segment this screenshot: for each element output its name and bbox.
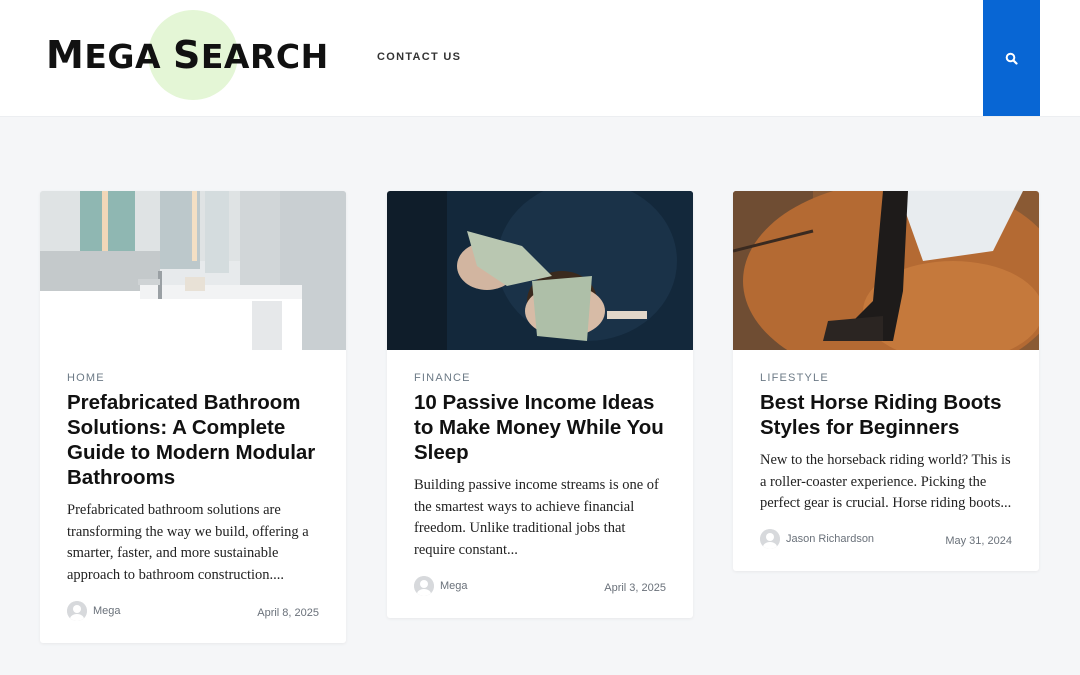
post-category[interactable]: LIFESTYLE <box>760 372 1012 384</box>
post-excerpt: Prefabricated bathroom solutions are tra… <box>67 502 309 584</box>
author-avatar[interactable] <box>760 529 780 550</box>
author-avatar[interactable] <box>67 600 87 621</box>
post-category[interactable]: FINANCE <box>414 372 666 384</box>
post-meta: Jason Richardson May 31, 2024 <box>760 529 1012 551</box>
author-name[interactable]: Mega <box>93 605 121 617</box>
post-thumbnail-money[interactable] <box>387 191 693 350</box>
post-meta: Mega April 8, 2025 <box>67 600 319 623</box>
post-title[interactable]: 10 Passive Income Ideas to Make Money Wh… <box>414 390 666 465</box>
site-header: Mega Search CONTACT US <box>0 0 1080 117</box>
post-excerpt: New to the horseback riding world? This … <box>760 452 1012 512</box>
post-category[interactable]: HOME <box>67 372 319 384</box>
author-name[interactable]: Jason Richardson <box>786 533 874 545</box>
author-name[interactable]: Mega <box>440 580 468 592</box>
post-card[interactable]: HOME Prefabricated Bathroom Solutions: A… <box>40 191 346 643</box>
post-card[interactable]: LIFESTYLE Best Horse Riding Boots Styles… <box>733 191 1039 572</box>
logo-text: Mega Search <box>46 33 329 77</box>
post-thumbnail-bathroom[interactable] <box>40 191 346 350</box>
post-title[interactable]: Prefabricated Bathroom Solutions: A Comp… <box>67 390 319 490</box>
search-icon <box>1005 52 1018 65</box>
author-avatar[interactable] <box>414 575 434 596</box>
post-title[interactable]: Best Horse Riding Boots Styles for Begin… <box>760 390 1012 440</box>
site-logo[interactable]: Mega Search <box>46 10 346 102</box>
post-card[interactable]: FINANCE 10 Passive Income Ideas to Make … <box>387 191 693 618</box>
post-thumbnail-horse-riding[interactable] <box>733 191 1039 350</box>
post-meta: Mega April 3, 2025 <box>414 575 666 598</box>
post-date: May 31, 2024 <box>945 535 1012 548</box>
nav-link-contact-us[interactable]: CONTACT US <box>377 51 461 63</box>
search-button[interactable] <box>983 0 1040 116</box>
post-excerpt: Building passive income streams is one o… <box>414 477 659 559</box>
post-date: April 8, 2025 <box>257 606 319 619</box>
post-date: April 3, 2025 <box>604 581 666 594</box>
